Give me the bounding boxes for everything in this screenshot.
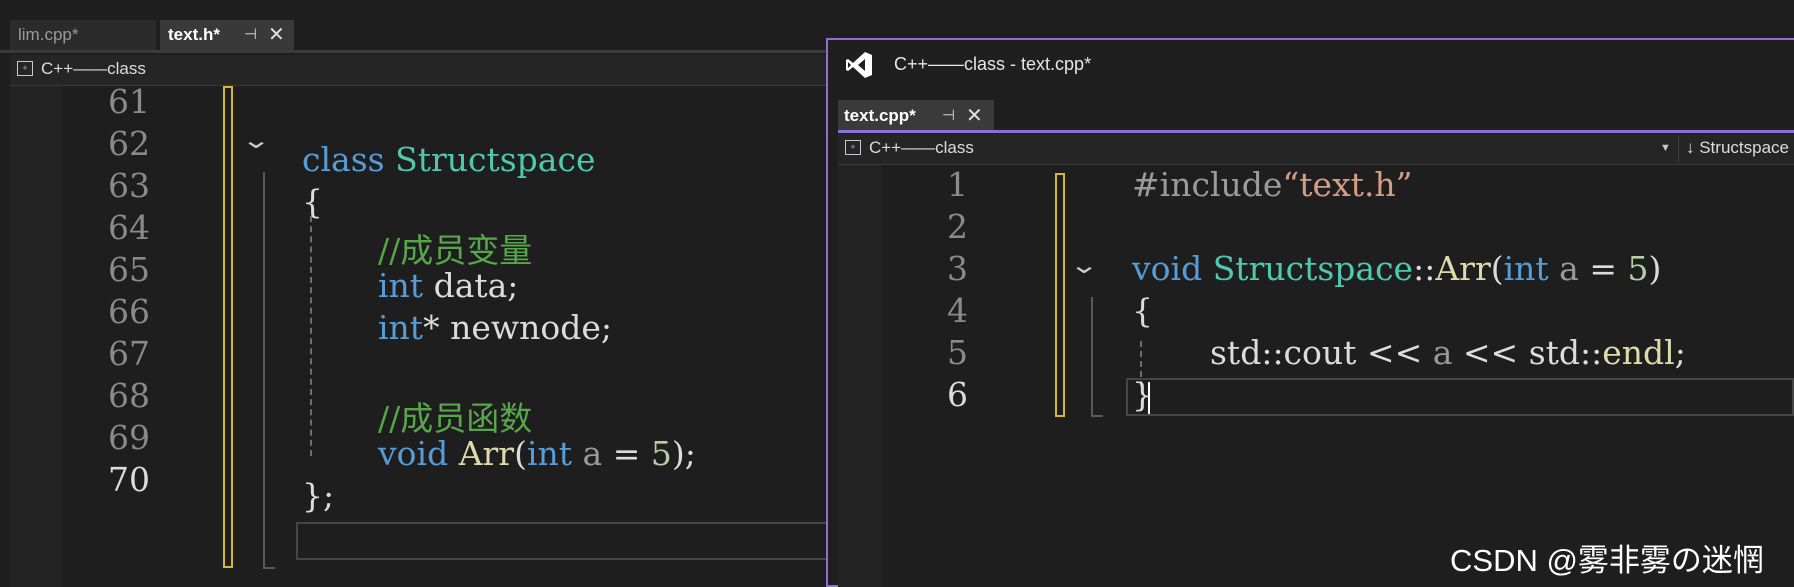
chevron-down-icon[interactable]: ⌄ xyxy=(1069,251,1099,280)
code-line-70: }; xyxy=(302,476,335,515)
code-line-1: #include“text.h” xyxy=(1132,165,1413,204)
outline-guide-end xyxy=(263,567,275,569)
line-number-current: 70 xyxy=(108,460,150,499)
code-line-4: { xyxy=(1132,291,1153,330)
outline-guide-end xyxy=(1091,415,1103,417)
watermark: CSDN @雾非雾の迷惘 xyxy=(1450,543,1764,578)
project-icon: + xyxy=(845,140,861,155)
line-number: 69 xyxy=(108,418,150,457)
floating-editor-window[interactable]: C++——class - text.cpp* text.cpp* ⊣ ✕ + C… xyxy=(826,38,1794,587)
pin-icon[interactable]: ⊣ xyxy=(942,100,955,132)
navigation-bar[interactable]: + C++——class ▼ ↓ Structspace xyxy=(838,134,1794,165)
line-number: 61 xyxy=(108,82,150,121)
active-tab-underline xyxy=(838,130,1794,133)
right-tab-strip: text.cpp* ⊣ ✕ xyxy=(828,92,1794,132)
dropdown-arrow-icon[interactable]: ▼ xyxy=(1660,142,1671,154)
scope-dropdown[interactable]: C++——class xyxy=(41,59,146,79)
line-number: 3 xyxy=(947,249,968,288)
change-marker xyxy=(223,86,233,568)
code-line-68: //成员函数 xyxy=(378,399,533,438)
line-number: 63 xyxy=(108,166,150,205)
line-number: 1 xyxy=(947,165,968,204)
change-marker xyxy=(1055,173,1065,417)
close-icon[interactable]: ✕ xyxy=(268,20,285,50)
nav-separator xyxy=(1678,136,1679,162)
line-number: 65 xyxy=(108,250,150,289)
tab-label: lim.cpp* xyxy=(18,25,79,44)
code-line-62: class Structspace xyxy=(302,140,596,179)
visual-studio-logo-icon xyxy=(846,52,872,78)
code-line-5: std::cout << a << std::endl; xyxy=(1210,333,1686,372)
code-line-3: void Structspace::Arr(int a = 5) xyxy=(1132,249,1662,288)
line-number: 68 xyxy=(108,376,150,415)
tab-lim-cpp[interactable]: lim.cpp* xyxy=(10,20,156,50)
tab-text-h[interactable]: text.h* ⊣ ✕ xyxy=(160,20,294,50)
current-line-highlight xyxy=(296,522,830,560)
code-line-6: } xyxy=(1132,375,1153,414)
pin-icon[interactable]: ⊣ xyxy=(244,20,257,50)
code-line-65: int data; xyxy=(378,266,519,305)
tab-underline xyxy=(0,50,830,53)
code-line-69: void Arr(int a = 5); xyxy=(378,434,696,473)
code-line-63: { xyxy=(302,182,323,221)
project-icon: + xyxy=(17,61,33,76)
left-tab-strip: lim.cpp* text.h* ⊣ ✕ xyxy=(0,0,830,53)
outline-guide xyxy=(1091,297,1093,417)
code-line-66: int* newnode; xyxy=(378,308,612,347)
window-title: C++——class - text.cpp* xyxy=(894,54,1092,74)
right-code-editor[interactable]: 1 2 3 4 5 6 ⌄ #include“text.h” void Stru… xyxy=(838,165,1794,587)
line-number: 66 xyxy=(108,292,150,331)
chevron-down-icon[interactable]: ⌄ xyxy=(241,126,271,155)
current-line-highlight xyxy=(1126,378,1794,416)
line-number-current: 6 xyxy=(947,375,968,414)
code-line-64: //成员变量 xyxy=(378,231,533,270)
scope-dropdown[interactable]: C++——class xyxy=(869,138,974,158)
line-number: 62 xyxy=(108,124,150,163)
left-code-editor[interactable]: 61 62 63 64 65 66 67 68 69 70 ⌄ class St… xyxy=(10,82,830,587)
window-title-bar[interactable]: C++——class - text.cpp* xyxy=(828,40,1794,92)
member-dropdown[interactable]: ↓ Structspace xyxy=(1686,138,1789,158)
close-icon[interactable]: ✕ xyxy=(966,100,983,132)
tab-text-cpp[interactable]: text.cpp* ⊣ ✕ xyxy=(838,100,994,132)
line-number: 5 xyxy=(947,333,968,372)
outline-guide xyxy=(263,172,265,569)
tab-label: text.h* xyxy=(168,25,220,44)
line-number: 64 xyxy=(108,208,150,247)
indent-guide xyxy=(310,216,312,456)
line-number: 4 xyxy=(947,291,968,330)
tab-label: text.cpp* xyxy=(844,106,916,125)
line-number: 67 xyxy=(108,334,150,373)
line-number: 2 xyxy=(947,207,968,246)
